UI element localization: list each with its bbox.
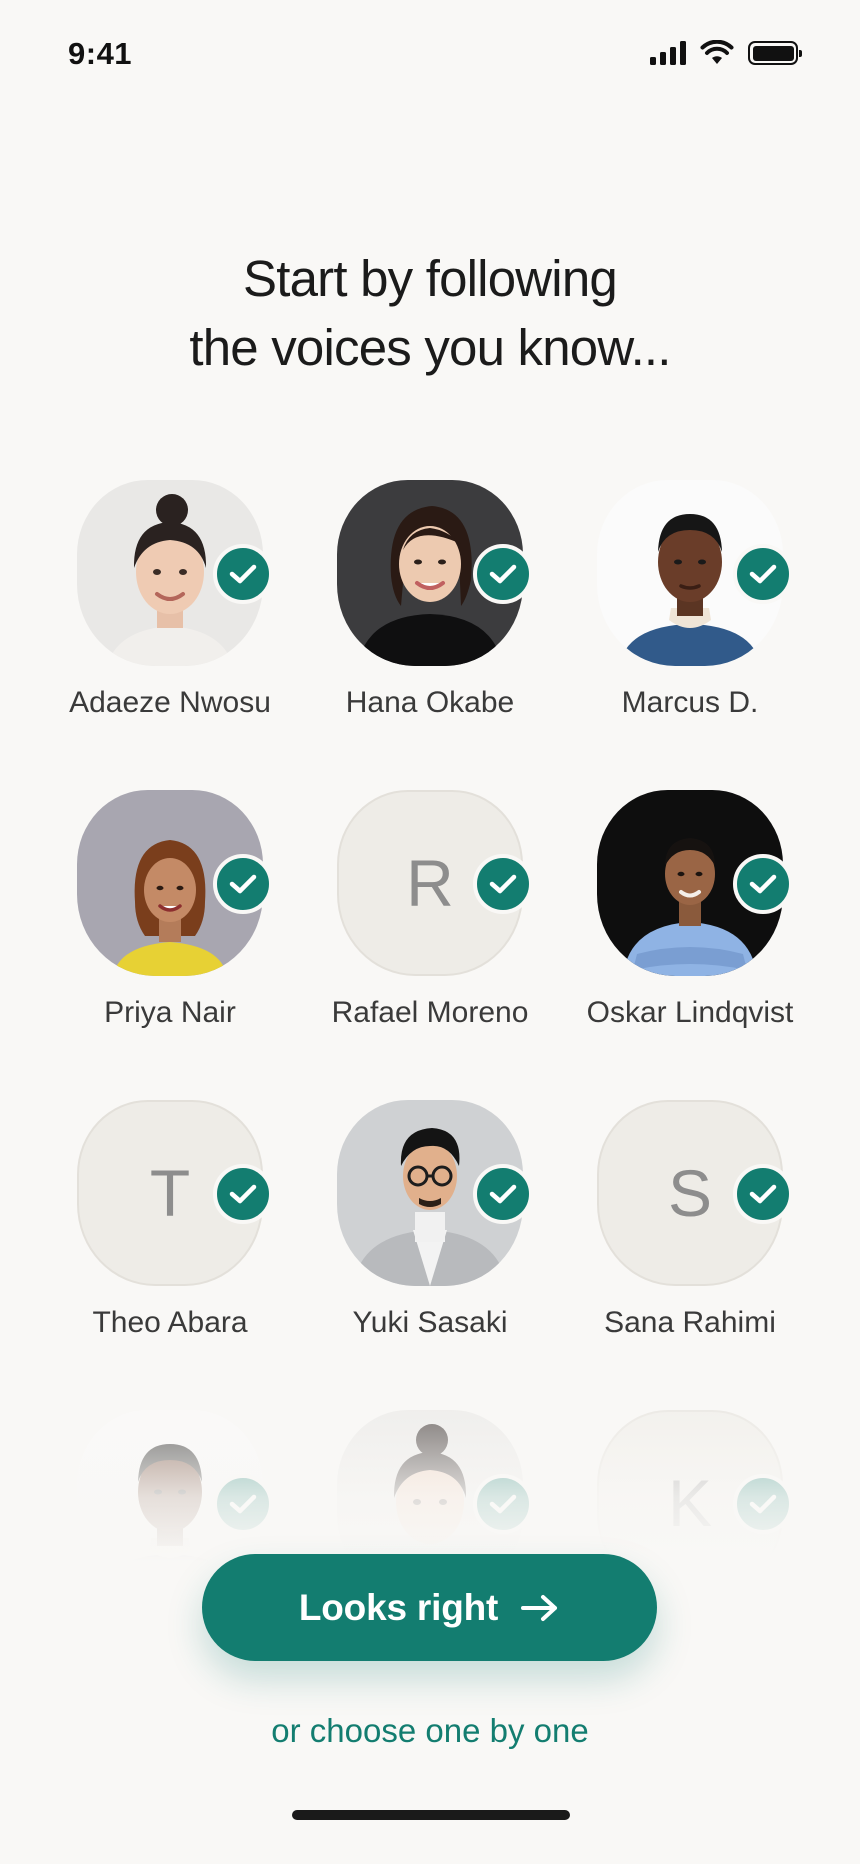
check-icon [213,854,273,914]
person-card[interactable]: Yuki Sasaki [300,1100,560,1410]
person-name: Yuki Sasaki [352,1306,508,1339]
people-row: T Theo Abara Yuki Sasaki S Sana Rahimi [40,1100,820,1410]
title-line-1: Start by following [243,250,618,307]
looks-right-label: Looks right [298,1586,499,1628]
home-indicator [292,1810,570,1820]
check-icon [213,1164,273,1224]
people-row: Priya Nair R Rafael Moreno Oskar Lindqvi… [40,790,820,1100]
check-icon [473,854,533,914]
cellular-signal-icon [650,41,686,65]
check-icon [473,1164,533,1224]
check-icon [733,544,793,604]
choose-one-by-one-link[interactable]: or choose one by one [0,1712,860,1750]
person-card[interactable]: T Theo Abara [40,1100,300,1410]
person-name: Priya Nair [104,996,236,1029]
onboarding-screen: 9:41 Start by following the voices you k… [0,0,860,1864]
title-line-2: the voices you know... [189,319,671,376]
arrow-right-icon [521,1594,558,1621]
battery-icon [748,41,802,65]
check-icon [733,1164,793,1224]
person-card[interactable]: S Sana Rahimi [560,1100,820,1410]
check-icon [213,544,273,604]
status-icons [650,40,802,66]
avatar-initial: R [406,846,454,920]
check-icon [733,854,793,914]
person-name: Adaeze Nwosu [69,686,271,719]
person-card[interactable]: Hana Okabe [300,480,560,790]
person-card[interactable]: Adaeze Nwosu [40,480,300,790]
page-title: Start by following the voices you know..… [0,244,860,382]
status-bar: 9:41 [0,0,860,110]
person-name: Rafael Moreno [331,996,529,1029]
person-name: Hana Okabe [345,686,515,719]
person-card[interactable]: R Rafael Moreno [300,790,560,1100]
person-card[interactable]: Marcus D. [560,480,820,790]
check-icon [473,544,533,604]
person-card[interactable]: Priya Nair [40,790,300,1100]
avatar-initial: S [667,1156,713,1230]
person-name: Oskar Lindqvist [586,996,794,1029]
people-row: Adaeze Nwosu Hana Okabe Marcus D. [40,480,820,790]
person-name: Marcus D. [621,686,759,719]
person-name: Sana Rahimi [604,1306,776,1339]
looks-right-button[interactable]: Looks right [202,1554,657,1661]
status-time: 9:41 [68,36,133,71]
avatar-initial: T [149,1156,191,1230]
wifi-icon [700,40,734,64]
person-card[interactable]: Oskar Lindqvist [560,790,820,1100]
person-name: Theo Abara [92,1306,248,1339]
